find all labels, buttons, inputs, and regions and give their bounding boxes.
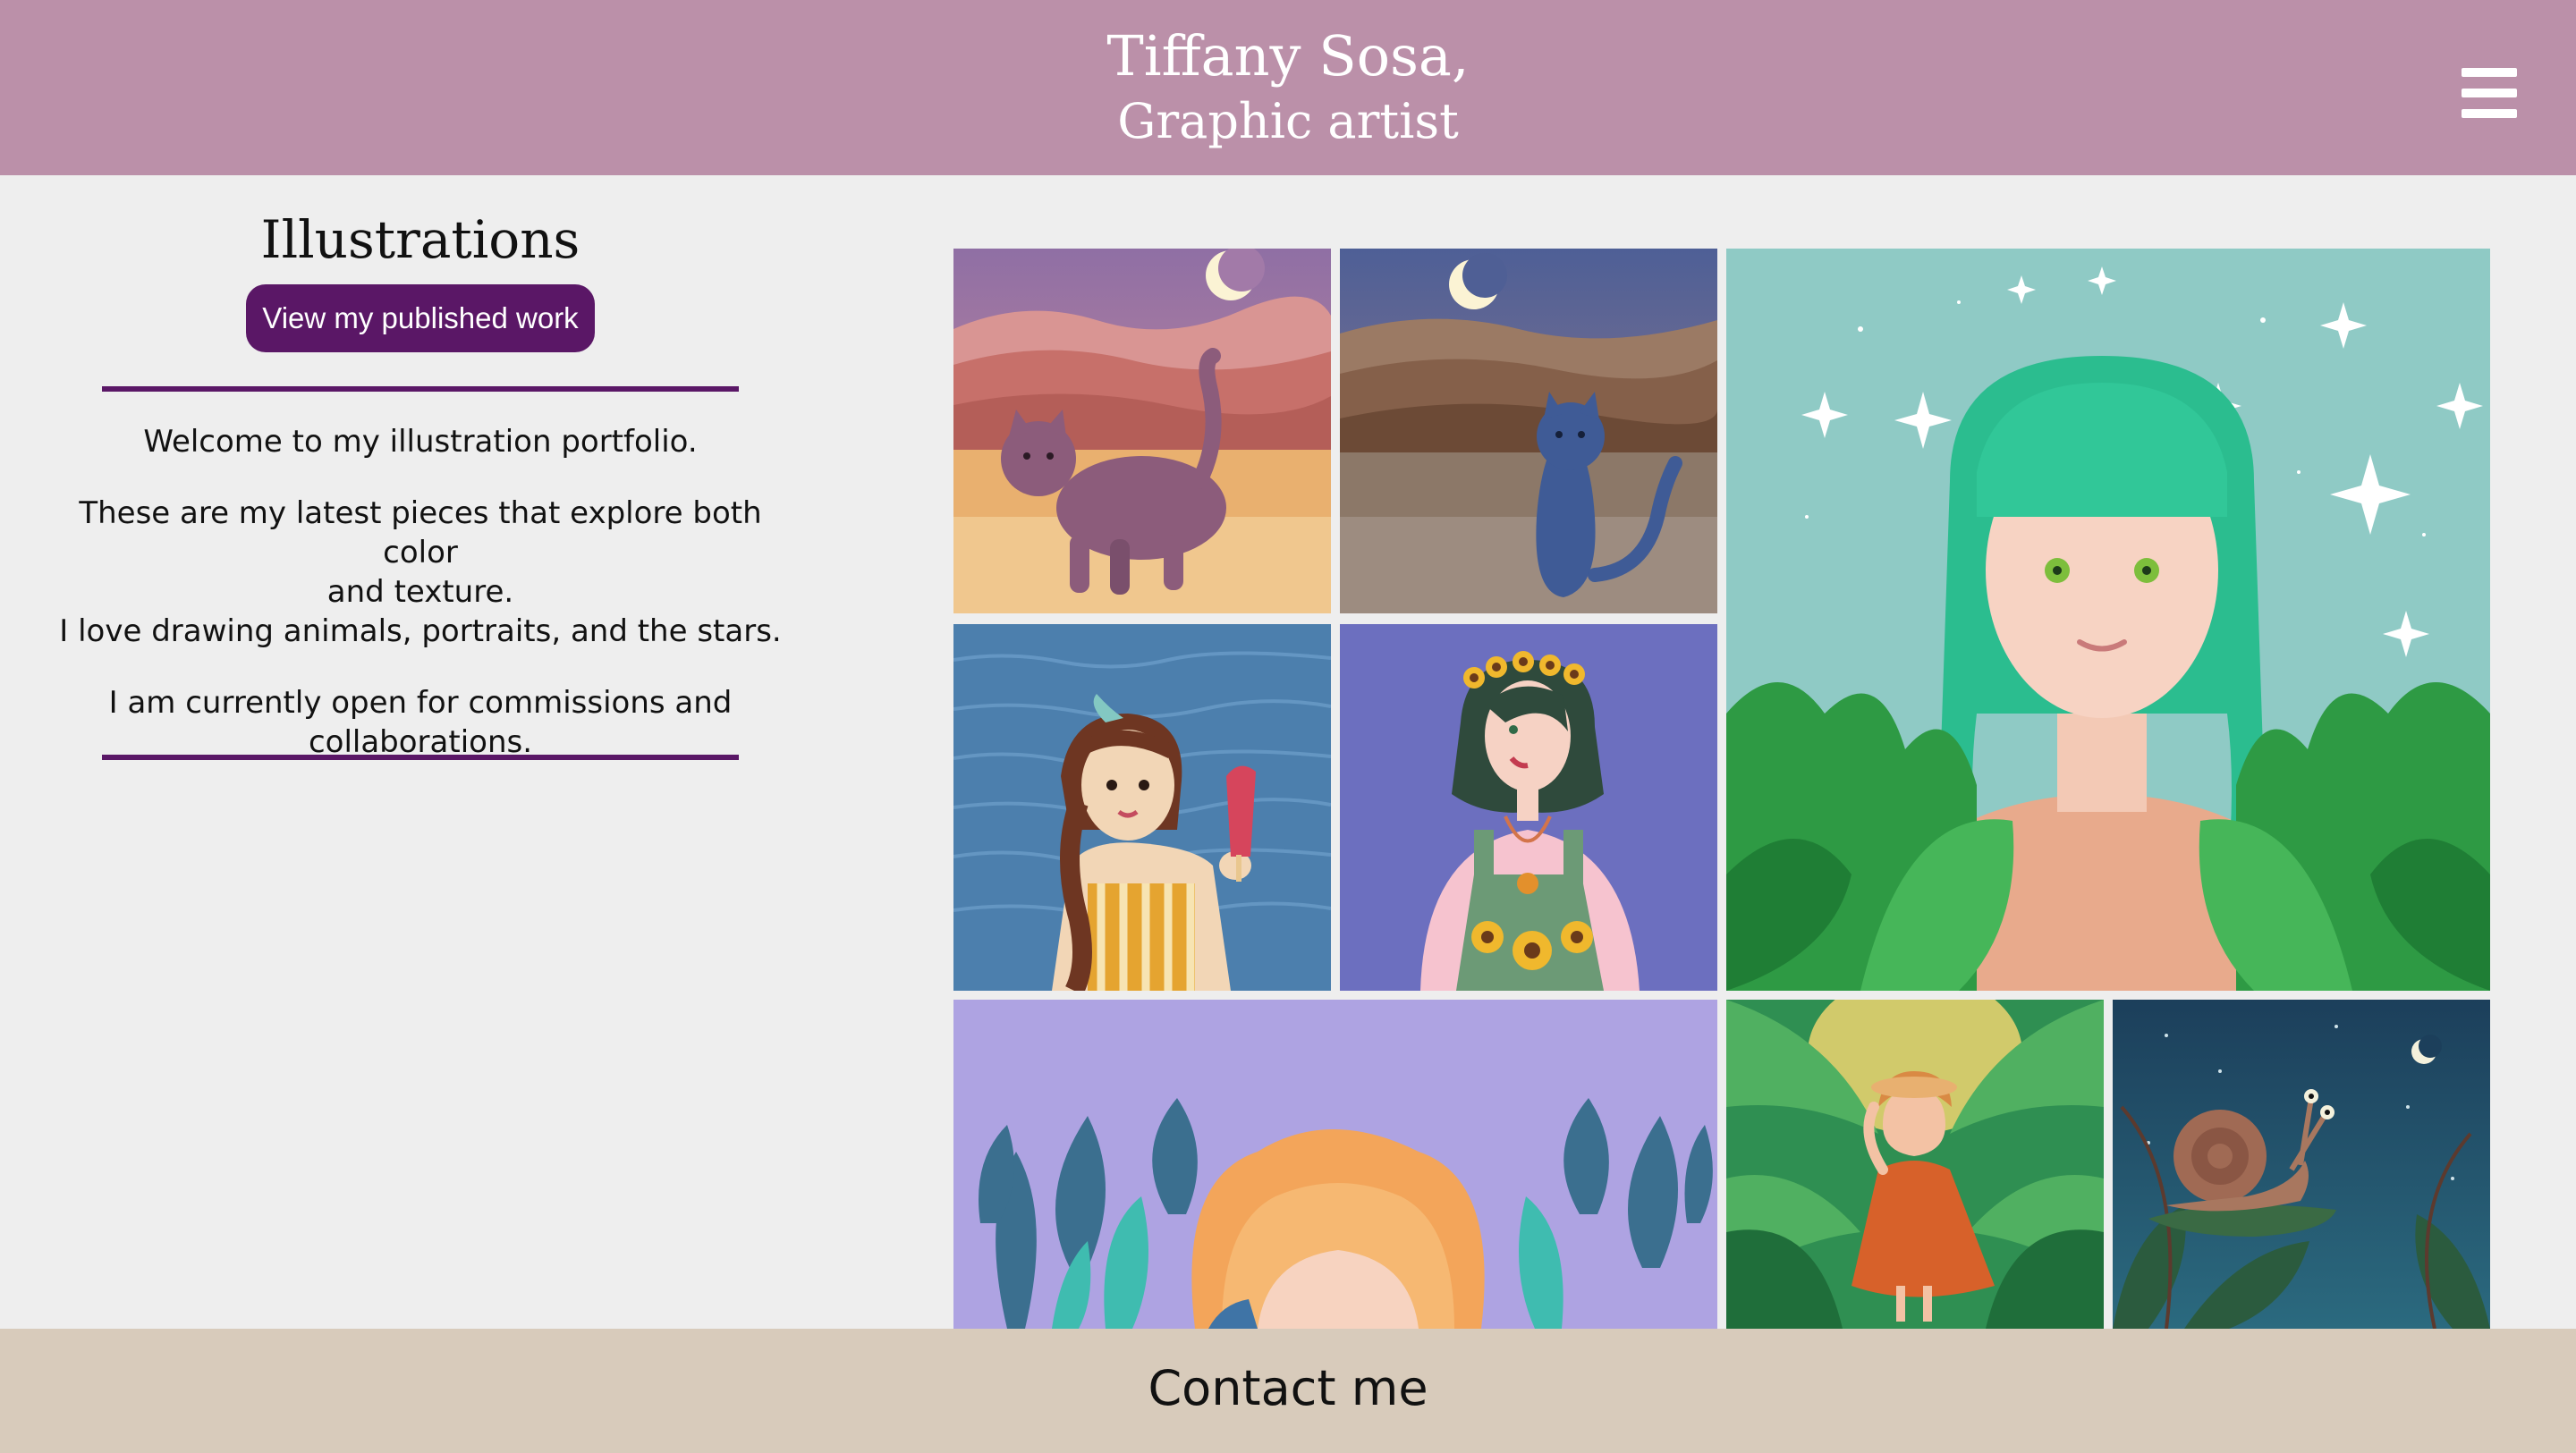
jungle-dress-illustration: [1726, 1000, 2104, 1329]
intro-text: Welcome to my illustration portfolio. Th…: [54, 422, 787, 794]
intro-latest-line: and texture.: [326, 574, 514, 610]
menu-bar: [2462, 89, 2517, 97]
section-heading: Illustrations: [260, 209, 580, 270]
view-published-work-button[interactable]: View my published work: [246, 284, 595, 352]
divider-top: [102, 386, 739, 392]
intro-latest-line: I love drawing animals, portraits, and t…: [59, 613, 782, 649]
site-footer: Contact me: [0, 1329, 2576, 1453]
gallery-tile-blue-cat[interactable]: [1340, 249, 1717, 613]
gallery-tile-flower-crown-girl[interactable]: [1340, 624, 1717, 991]
menu-bar: [2462, 68, 2517, 77]
gallery-tile-pink-cat[interactable]: [953, 249, 1331, 613]
intro-latest: These are my latest pieces that explore …: [54, 494, 787, 651]
popsicle-girl-illustration: [953, 624, 1331, 991]
gallery-tile-jungle-dress[interactable]: [1726, 1000, 2104, 1329]
site-subtitle: Graphic artist: [1117, 93, 1459, 149]
intro-welcome: Welcome to my illustration portfolio.: [143, 424, 698, 460]
gallery-tile-orange-hair-leaves[interactable]: [953, 1000, 1717, 1329]
green-hair-portrait-illustration: [1726, 249, 2490, 991]
hamburger-menu-icon[interactable]: [2462, 68, 2517, 118]
gallery-tile-snail-night[interactable]: [2113, 1000, 2490, 1329]
sidebar: Illustrations View my published work Wel…: [0, 175, 841, 1329]
gallery-tile-green-hair-portrait[interactable]: [1726, 249, 2490, 991]
contact-me-link[interactable]: Contact me: [0, 1354, 2576, 1423]
gallery-tile-popsicle-girl[interactable]: [953, 624, 1331, 991]
intro-latest-line: These are my latest pieces that explore …: [79, 495, 762, 570]
site-header: Tiffany Sosa, Graphic artist: [0, 0, 2576, 175]
menu-bar: [2462, 109, 2517, 118]
snail-night-illustration: [2113, 1000, 2490, 1329]
intro-commissions: I am currently open for commissions and …: [54, 683, 787, 762]
orange-hair-leaves-illustration: [953, 1000, 1717, 1329]
divider-bottom: [102, 755, 739, 760]
blue-cat-illustration: [1340, 249, 1717, 613]
pink-cat-illustration: [953, 249, 1331, 613]
flower-crown-girl-illustration: [1340, 624, 1717, 991]
intro-commissions-line: I am currently open for commissions and: [108, 685, 733, 721]
site-title: Tiffany Sosa,: [1106, 23, 1470, 89]
